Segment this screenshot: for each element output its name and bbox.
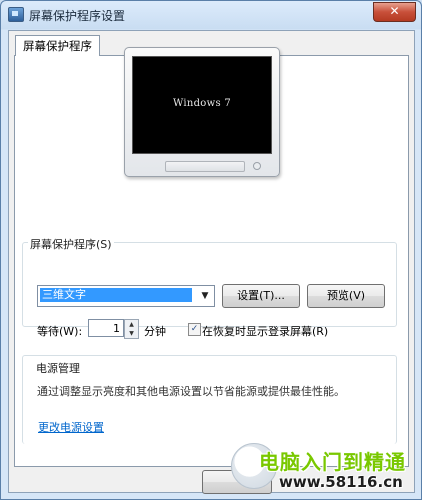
minutes-label: 分钟 bbox=[144, 325, 166, 338]
chevron-down-icon[interactable]: ▼ bbox=[197, 287, 213, 305]
change-power-settings-link[interactable]: 更改电源设置 bbox=[38, 419, 104, 435]
preview-button[interactable]: 预览(V) bbox=[307, 284, 385, 308]
spin-up-icon[interactable]: ▲ bbox=[125, 320, 138, 329]
power-description: 通过调整显示亮度和其他电源设置以节省能源或提供最佳性能。 bbox=[37, 385, 345, 398]
monitor-icon bbox=[8, 7, 24, 22]
watermark-title: 电脑入门到精通 bbox=[259, 450, 406, 474]
wait-minutes-input[interactable]: 1 bbox=[88, 319, 124, 337]
watermark-url: www.58116.cn bbox=[279, 473, 403, 491]
wait-minutes-stepper[interactable]: ▲ ▼ bbox=[124, 319, 139, 339]
power-indicator-icon bbox=[253, 162, 261, 170]
power-management-title: 电源管理 bbox=[36, 362, 80, 375]
preview-screen: Windows 7 bbox=[132, 56, 272, 154]
spin-down-icon[interactable]: ▼ bbox=[125, 329, 138, 338]
title-bar[interactable]: 屏幕保护程序设置 ✕ bbox=[1, 1, 421, 29]
screensaver-settings-window: 屏幕保护程序设置 ✕ 屏幕保护程序 Windows 7 屏幕保护程序(S) 三维… bbox=[0, 0, 422, 500]
wait-label: 等待(W): bbox=[37, 325, 83, 338]
close-button[interactable]: ✕ bbox=[373, 2, 416, 22]
screensaver-select[interactable]: 三维文字 ▼ bbox=[37, 285, 215, 307]
monitor-bezel-slot bbox=[165, 161, 245, 172]
settings-button[interactable]: 设置(T)... bbox=[222, 284, 300, 308]
screensaver-group-label: 屏幕保护程序(S) bbox=[28, 236, 114, 252]
resume-logon-label[interactable]: 在恢复时显示登录屏幕(R) bbox=[202, 323, 328, 339]
window-title: 屏幕保护程序设置 bbox=[29, 9, 126, 23]
screensaver-select-value: 三维文字 bbox=[40, 288, 192, 302]
monitor-preview: Windows 7 bbox=[124, 47, 280, 177]
preview-screen-text: Windows 7 bbox=[172, 98, 232, 109]
resume-logon-checkbox[interactable]: ✓ bbox=[188, 323, 201, 336]
tab-screensaver[interactable]: 屏幕保护程序 bbox=[15, 35, 100, 56]
